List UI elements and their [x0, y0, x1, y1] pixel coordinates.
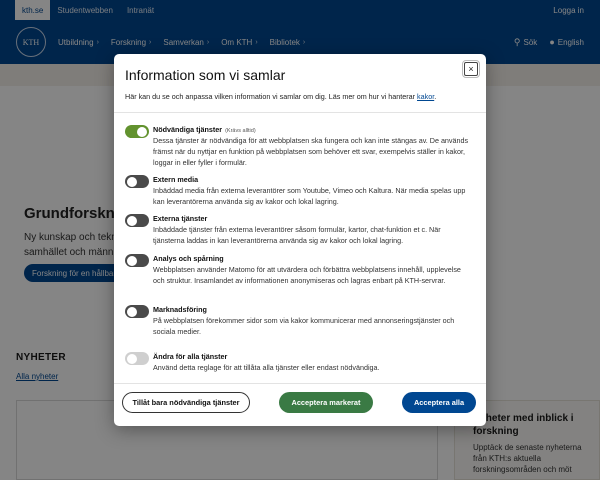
setting-title: Marknadsföring	[153, 305, 207, 314]
toggle-external-media[interactable]	[125, 175, 149, 188]
cookie-settings-dialog: Information som vi samlar × Här kan du s…	[114, 54, 486, 426]
toggle-all-services[interactable]	[125, 352, 149, 365]
toggle-marketing[interactable]	[125, 305, 149, 318]
intro-text: Här kan du se och anpassa vilken informa…	[125, 92, 416, 101]
toggle-analytics[interactable]	[125, 254, 149, 267]
setting-title-text: Nödvändiga tjänster	[153, 125, 223, 134]
setting-title: Extern media	[153, 175, 199, 184]
dialog-title: Information som vi samlar	[125, 67, 286, 83]
cookies-link[interactable]: kakor	[417, 92, 434, 101]
setting-description: Webbplatsen använder Matomo för att utvä…	[153, 265, 461, 285]
setting-description: Dessa tjänster är nödvändiga för att web…	[153, 136, 469, 167]
divider	[114, 383, 486, 384]
toggle-knob	[127, 255, 137, 266]
setting-description: Använd detta reglage för att tillåta all…	[153, 363, 380, 372]
dialog-actions: Tillåt bara nödvändiga tjänster Accepter…	[114, 392, 486, 414]
setting-title: Analys och spårning	[153, 254, 224, 263]
accept-selected-button[interactable]: Acceptera markerat	[279, 392, 373, 413]
toggle-knob	[127, 353, 137, 364]
setting-title: Nödvändiga tjänster (Krävs alltid)	[153, 125, 256, 134]
setting-title: Ändra för alla tjänster	[153, 352, 228, 361]
allow-necessary-only-button[interactable]: Tillåt bara nödvändiga tjänster	[122, 392, 250, 413]
toggle-knob	[127, 306, 137, 317]
accept-all-button[interactable]: Acceptera alla	[402, 392, 476, 413]
setting-description: Inbäddade tjänster från externa leverant…	[153, 225, 441, 245]
setting-description: Inbäddad media från externa leverantörer…	[153, 186, 466, 206]
toggle-knob	[137, 126, 147, 137]
toggle-knob	[127, 176, 137, 187]
setting-description: På webbplatsen förekommer sidor som via …	[153, 316, 455, 336]
intro-end: .	[434, 92, 437, 101]
toggle-knob	[127, 215, 137, 226]
close-button[interactable]: ×	[462, 60, 480, 78]
close-icon: ×	[468, 64, 474, 74]
toggle-necessary[interactable]	[125, 125, 149, 138]
setting-title: Externa tjänster	[153, 214, 208, 223]
dialog-intro: Här kan du se och anpassa vilken informa…	[125, 92, 475, 101]
toggle-external-services[interactable]	[125, 214, 149, 227]
required-tag: (Krävs alltid)	[225, 128, 256, 134]
divider	[114, 112, 486, 113]
